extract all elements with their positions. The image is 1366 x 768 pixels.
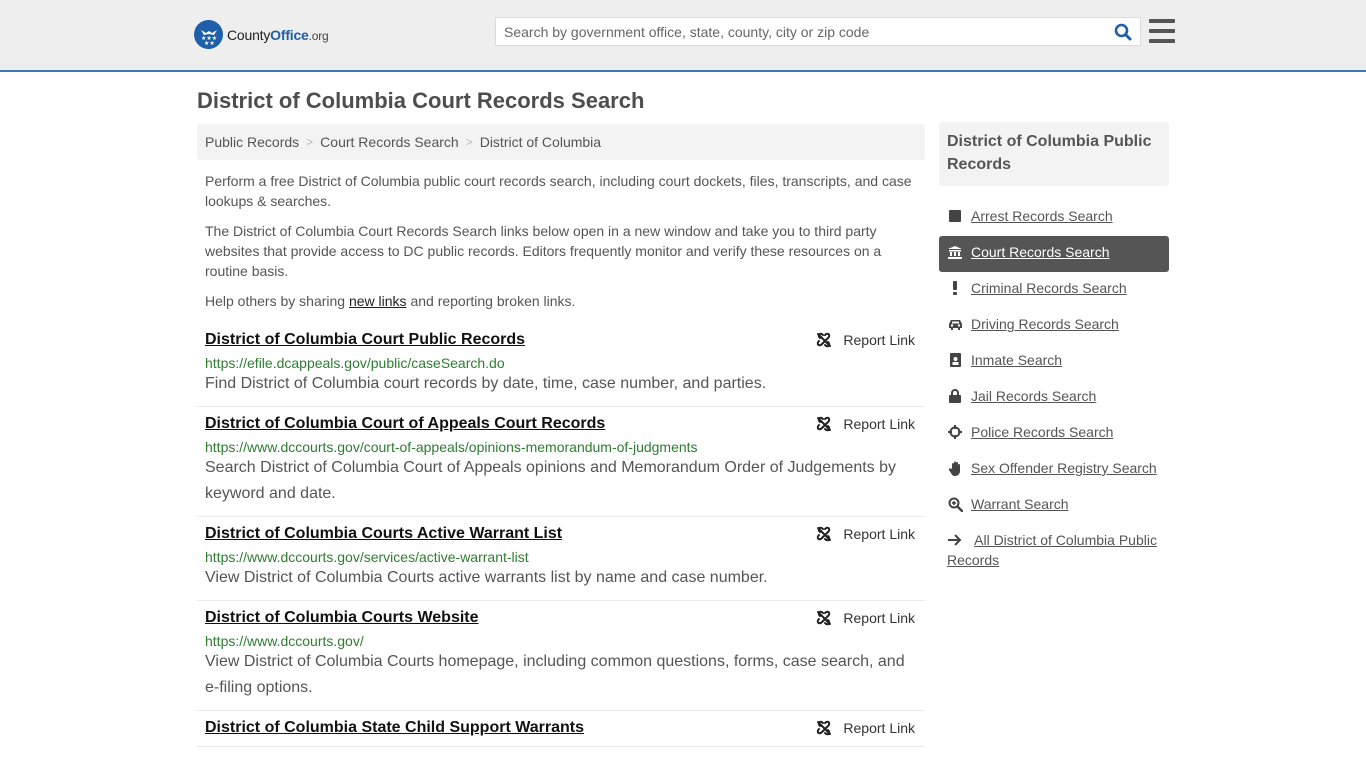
broken-link-icon [817, 416, 832, 432]
id-badge-icon [947, 350, 963, 370]
report-link-button[interactable]: Report Link [816, 332, 915, 348]
hand-icon [947, 458, 963, 478]
result-title-link[interactable]: District of Columbia State Child Support… [205, 719, 584, 737]
menu-bar [1149, 39, 1175, 43]
breadcrumb-separator: > [306, 135, 314, 149]
search-button[interactable] [1106, 18, 1140, 45]
exclamation-icon [947, 278, 963, 298]
sidebar-item-police-records[interactable]: Police Records Search [939, 416, 1169, 452]
site-logo[interactable]: ★★★ ★★ CountyOffice.org [194, 20, 329, 49]
report-link-button[interactable]: Report Link [816, 526, 915, 542]
eagle-stars-icon: ★★★ ★★ [194, 20, 223, 49]
menu-bar [1149, 19, 1175, 23]
search-bar [495, 17, 1141, 46]
result-description: Find District of Columbia court records … [205, 375, 767, 392]
breadcrumb-court-records-search[interactable]: Court Records Search [320, 134, 459, 150]
sidebar: District of Columbia Public Records Arre… [939, 122, 1169, 576]
page-title: District of Columbia Court Records Searc… [197, 88, 645, 113]
result-description: Search District of Columbia Court of App… [205, 459, 897, 502]
breadcrumb-district-of-columbia[interactable]: District of Columbia [480, 134, 601, 150]
sidebar-item-driving-records[interactable]: Driving Records Search [939, 308, 1169, 344]
result-url: https://efile.dcappeals.gov/public/caseS… [205, 355, 505, 371]
sidebar-item-warrant-search[interactable]: Warrant Search [939, 488, 1169, 524]
search-plus-icon [947, 494, 963, 514]
result-item: District of Columbia Courts Active Warra… [197, 517, 925, 601]
result-title-link[interactable]: District of Columbia Courts Active Warra… [205, 525, 562, 543]
sidebar-item-all-public-records[interactable]: All District of Columbia Public Records [939, 524, 1169, 576]
intro-paragraph: The District of Columbia Court Records S… [205, 223, 882, 279]
lock-icon [947, 386, 963, 406]
result-description: View District of Columbia Courts active … [205, 569, 768, 586]
result-url: https://www.dccourts.gov/services/active… [205, 549, 529, 565]
result-item: District of Columbia Court of Appeals Co… [197, 407, 925, 517]
sidebar-item-criminal-records[interactable]: Criminal Records Search [939, 272, 1169, 308]
share-links-paragraph: Help others by sharing new links and rep… [205, 293, 576, 309]
result-item: District of Columbia Courts Website http… [197, 601, 925, 711]
broken-link-icon [817, 720, 832, 736]
car-icon [947, 314, 963, 334]
result-item: District of Columbia Court Public Record… [197, 323, 925, 407]
result-url: https://www.dccourts.gov/court-of-appeal… [205, 439, 698, 455]
sidebar-item-arrest-records[interactable]: Arrest Records Search [939, 200, 1169, 236]
report-link-button[interactable]: Report Link [816, 720, 915, 736]
broken-link-icon [817, 610, 832, 626]
arrow-right-icon [947, 530, 963, 550]
result-description: View District of Columbia Courts homepag… [205, 653, 905, 696]
sidebar-item-sex-offender-registry[interactable]: Sex Offender Registry Search [939, 452, 1169, 488]
intro-text: Perform a free District of Columbia publ… [197, 171, 925, 311]
breadcrumb-separator: > [465, 135, 473, 149]
result-url: https://www.dccourts.gov/ [205, 633, 364, 649]
report-link-button[interactable]: Report Link [816, 610, 915, 626]
report-link-button[interactable]: Report Link [816, 416, 915, 432]
sidebar-item-jail-records[interactable]: Jail Records Search [939, 380, 1169, 416]
square-icon [947, 206, 963, 226]
menu-bar [1149, 29, 1175, 33]
result-title-link[interactable]: District of Columbia Courts Website [205, 609, 479, 627]
crosshairs-icon [947, 422, 963, 442]
hamburger-menu-button[interactable] [1149, 19, 1175, 43]
search-input[interactable] [496, 18, 1106, 45]
breadcrumb-public-records[interactable]: Public Records [205, 134, 299, 150]
sidebar-links: Arrest Records Search Court Records Sear… [939, 200, 1169, 576]
result-title-link[interactable]: District of Columbia Court of Appeals Co… [205, 415, 605, 433]
new-links-link[interactable]: new links [349, 293, 407, 309]
sidebar-heading: District of Columbia Public Records [939, 122, 1169, 186]
site-header: ★★★ ★★ CountyOffice.org [0, 0, 1366, 72]
result-item: District of Columbia State Child Support… [197, 711, 925, 747]
intro-paragraph: Perform a free District of Columbia publ… [205, 173, 912, 209]
breadcrumb: Public Records > Court Records Search > … [197, 124, 925, 160]
results-list: District of Columbia Court Public Record… [197, 323, 925, 747]
svg-text:★★: ★★ [204, 40, 215, 46]
sidebar-item-court-records[interactable]: Court Records Search [939, 236, 1169, 272]
search-icon [1114, 23, 1132, 40]
broken-link-icon [817, 332, 832, 348]
sidebar-item-inmate-search[interactable]: Inmate Search [939, 344, 1169, 380]
broken-link-icon [817, 526, 832, 542]
logo-text: CountyOffice.org [227, 26, 329, 43]
main-content: Public Records > Court Records Search > … [197, 124, 925, 747]
result-title-link[interactable]: District of Columbia Court Public Record… [205, 331, 525, 349]
courthouse-icon [947, 242, 963, 262]
